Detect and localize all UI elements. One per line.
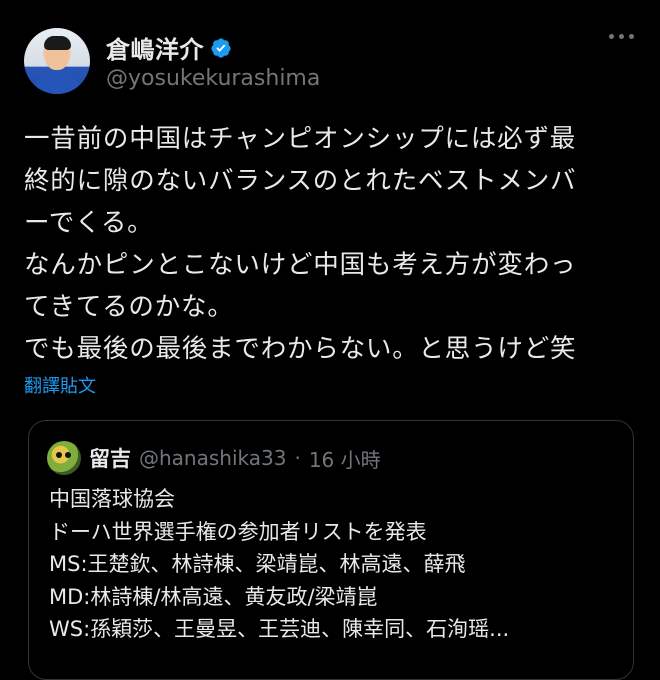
quote-author-name[interactable]: 留吉 (89, 443, 131, 473)
tweet-line: でも最後の最後までわからない。と思うけど笑 (24, 334, 577, 364)
avatar-body (30, 72, 84, 94)
quote-avatar[interactable] (47, 441, 81, 475)
quote-line: ドーハ世界選手権の参加者リストを発表 (49, 519, 427, 544)
quote-author-handle[interactable]: @hanashika33 (139, 446, 286, 470)
quote-line: MD:林詩棟/林高遠、黄友政/梁靖崑 (49, 584, 378, 609)
author-avatar[interactable] (24, 28, 90, 94)
tweet-body: 一昔前の中国はチャンピオンシップには必ず最 終的に隙のないバランスのとれたベスト… (24, 118, 644, 370)
more-dot (619, 34, 624, 39)
verified-badge-icon (211, 37, 231, 58)
avatar-hair (44, 36, 71, 50)
tweet-line: 終的に隙のないバランスのとれたベストメンバ (24, 166, 577, 196)
quote-line: WS:孫穎莎、王曼昱、王芸迪、陳幸同、石洵瑶... (49, 617, 510, 641)
more-dot (609, 34, 614, 39)
author-display-name[interactable]: 倉嶋洋介 (106, 30, 204, 65)
quote-line: MS:王楚欽、林詩棟、梁靖崑、林高遠、薛飛 (49, 552, 466, 576)
quoted-tweet[interactable]: 留吉 @hanashika33 · 16 小時 中国落球協会 ドーハ世界選手権の… (28, 420, 634, 680)
more-dot (629, 34, 634, 39)
author-name-row[interactable]: 倉嶋洋介 (106, 30, 232, 65)
quote-header: 留吉 @hanashika33 · 16 小時 (47, 441, 381, 475)
quote-body: 中国落球協会 ドーハ世界選手権の参加者リストを発表 MS:王楚欽、林詩棟、梁靖崑… (49, 483, 629, 646)
author-handle[interactable]: @yosukekurashima (106, 66, 320, 91)
quote-separator: · (294, 446, 301, 470)
tweet-line: なんかピンとこないけど中国も考え方が変わっ (24, 250, 577, 280)
translate-post-link[interactable]: 翻譯貼文 (24, 372, 96, 398)
tweet-line: ーでくる。 (24, 208, 154, 238)
tweet-card: 倉嶋洋介 @yosukekurashima 一昔前の中国はチャンピオンシップには… (0, 0, 660, 680)
tweet-line: てきてるのかな。 (24, 292, 234, 322)
more-options-icon[interactable] (609, 34, 634, 39)
quote-line: 中国落球協会 (49, 487, 175, 511)
tweet-line: 一昔前の中国はチャンピオンシップには必ず最 (24, 124, 577, 154)
quote-timestamp[interactable]: 16 小時 (309, 444, 381, 473)
